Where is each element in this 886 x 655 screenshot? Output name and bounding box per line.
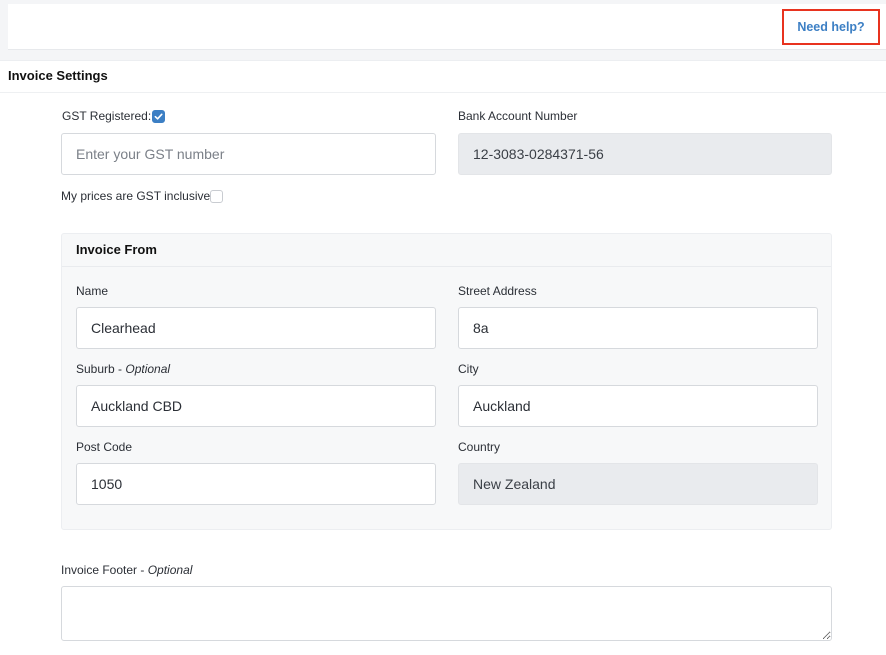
top-bar bbox=[8, 4, 886, 50]
panel-title: Invoice From bbox=[76, 242, 157, 257]
city-input[interactable] bbox=[458, 385, 818, 427]
country-label: Country bbox=[458, 440, 501, 454]
bank-account-field bbox=[458, 133, 832, 175]
name-label: Name bbox=[76, 284, 109, 298]
invoice-footer-label: Invoice Footer - Optional bbox=[61, 563, 193, 577]
gst-inclusive-checkbox[interactable] bbox=[210, 190, 223, 203]
card-title: Invoice Settings bbox=[8, 68, 108, 83]
suburb-optional-text: Optional bbox=[125, 362, 171, 376]
invoice-footer-textarea[interactable] bbox=[61, 586, 832, 641]
suburb-input[interactable] bbox=[76, 385, 436, 427]
street-address-label: Street Address bbox=[458, 284, 537, 298]
invoice-from-panel: Invoice From Name Street Address Suburb … bbox=[61, 233, 832, 530]
gst-number-input[interactable] bbox=[61, 133, 436, 175]
street-address-input[interactable] bbox=[458, 307, 818, 349]
post-code-input[interactable] bbox=[76, 463, 436, 505]
help-highlight: Need help? bbox=[782, 9, 880, 45]
suburb-label: Suburb - Optional bbox=[76, 362, 171, 376]
panel-divider bbox=[62, 266, 831, 267]
check-icon bbox=[154, 113, 163, 120]
invoice-settings-card: Invoice Settings GST Registered: Bank Ac… bbox=[0, 60, 886, 655]
footer-optional-text: Optional bbox=[147, 563, 193, 577]
gst-registered-label: GST Registered: bbox=[62, 109, 152, 123]
post-code-label: Post Code bbox=[76, 440, 133, 454]
need-help-link[interactable]: Need help? bbox=[797, 20, 864, 34]
gst-inclusive-label: My prices are GST inclusive bbox=[61, 189, 211, 203]
country-field bbox=[458, 463, 818, 505]
city-label: City bbox=[458, 362, 479, 376]
card-divider bbox=[0, 92, 886, 93]
name-input[interactable] bbox=[76, 307, 436, 349]
bank-account-label: Bank Account Number bbox=[458, 109, 578, 123]
gst-registered-checkbox[interactable] bbox=[152, 110, 165, 123]
